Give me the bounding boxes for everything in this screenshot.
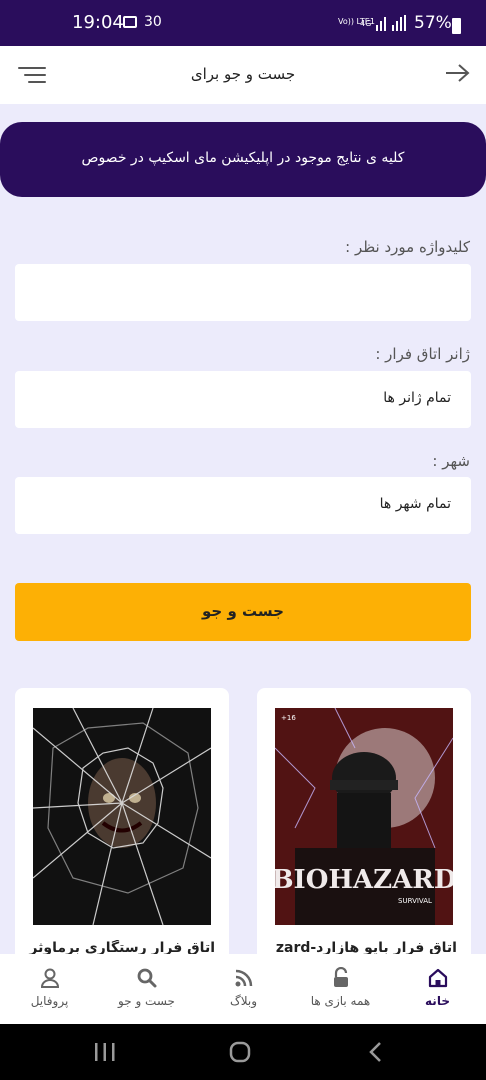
unlock-icon bbox=[334, 967, 348, 987]
genre-select-value: تمام ژانر ها bbox=[383, 390, 451, 406]
back-button-icon[interactable] bbox=[368, 1041, 384, 1063]
keyword-input[interactable] bbox=[15, 264, 471, 321]
genre-label: ژانر اتاق فرار : bbox=[375, 345, 470, 363]
result-card[interactable]: اتاق فرار رستگاری برماوثر bbox=[15, 688, 229, 988]
nav-all-games[interactable]: همه بازی ها bbox=[292, 954, 389, 1024]
search-button[interactable]: جست و جو bbox=[15, 583, 471, 641]
notification-count: 30 bbox=[144, 14, 162, 30]
search-icon bbox=[137, 968, 157, 988]
back-arrow-icon[interactable] bbox=[444, 60, 470, 86]
home-button-icon[interactable] bbox=[229, 1041, 251, 1063]
top-app-bar: جست و جو برای bbox=[0, 46, 486, 104]
city-select[interactable]: تمام شهر ها bbox=[15, 477, 471, 534]
keyword-label: کلیدواژه مورد نظر : bbox=[345, 238, 470, 256]
results-banner: کلیه ی نتایج موجود در اپلیکیشن مای اسکیپ… bbox=[0, 122, 486, 197]
status-bar: 19:04 30 Vo)) LTE1 4G 57% bbox=[0, 0, 486, 46]
result-card[interactable]: BIOHAZARD SURVIVAL +16 اتاق فرار بایو ها… bbox=[257, 688, 471, 988]
user-icon bbox=[40, 968, 60, 988]
nav-search-label: جست و جو bbox=[118, 994, 175, 1008]
recent-apps-icon[interactable] bbox=[94, 1042, 116, 1062]
nav-home-label: خانه bbox=[425, 994, 450, 1008]
poster-title-text: BIOHAZARD bbox=[275, 865, 453, 895]
nav-profile-label: پروفایل bbox=[30, 994, 69, 1008]
network-type: 4G bbox=[360, 19, 372, 28]
city-label: شهر : bbox=[432, 452, 470, 470]
result-poster bbox=[33, 708, 211, 925]
banner-text: کلیه ی نتایج موجود در اپلیکیشن مای اسکیپ… bbox=[81, 150, 405, 166]
nav-all-games-label: همه بازی ها bbox=[310, 994, 371, 1008]
gallery-notification-icon bbox=[123, 16, 137, 28]
page-title: جست و جو برای bbox=[190, 65, 296, 83]
result-poster: BIOHAZARD SURVIVAL +16 bbox=[275, 708, 453, 925]
poster-subtitle-text: SURVIVAL bbox=[398, 897, 432, 905]
bottom-navigation: خانه همه بازی ها وبلاگ جست و جو پروفایل bbox=[0, 954, 486, 1024]
rss-icon bbox=[235, 969, 253, 987]
nav-search[interactable]: جست و جو bbox=[98, 954, 195, 1024]
nav-profile[interactable]: پروفایل bbox=[1, 954, 98, 1024]
system-navigation-bar bbox=[0, 1024, 486, 1080]
age-rating-badge: +16 bbox=[281, 714, 296, 722]
search-button-label: جست و جو bbox=[202, 602, 284, 620]
nav-home[interactable]: خانه bbox=[389, 954, 486, 1024]
nav-blog-label: وبلاگ bbox=[229, 994, 258, 1008]
city-select-value: تمام شهر ها bbox=[379, 496, 451, 512]
battery-icon bbox=[452, 18, 461, 34]
nav-blog[interactable]: وبلاگ bbox=[195, 954, 292, 1024]
battery-percent: 57% bbox=[414, 13, 452, 33]
signal-icon bbox=[376, 15, 406, 31]
genre-select[interactable]: تمام ژانر ها bbox=[15, 371, 471, 428]
home-icon bbox=[428, 968, 448, 988]
status-time: 19:04 bbox=[72, 12, 124, 33]
